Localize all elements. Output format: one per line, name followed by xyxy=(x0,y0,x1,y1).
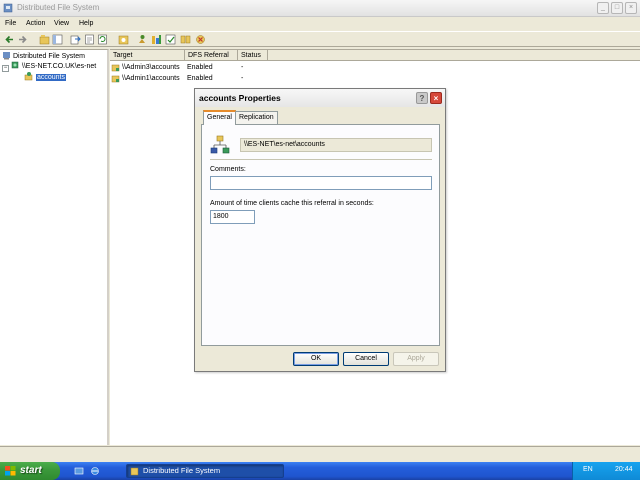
column-target[interactable]: Target xyxy=(110,50,185,61)
forward-arrow-icon[interactable] xyxy=(17,34,28,45)
new-link-icon[interactable] xyxy=(151,34,162,45)
status-cell: - xyxy=(241,64,244,71)
start-label: start xyxy=(20,465,42,476)
target-cell: \\Admin1\accounts xyxy=(122,75,180,82)
maximize-button[interactable]: □ xyxy=(611,2,623,14)
dfs-app-icon xyxy=(130,467,139,476)
list-header: Target DFS Referral Status xyxy=(110,50,640,61)
dialog-title: accounts Properties xyxy=(199,93,281,103)
cache-time-field[interactable]: 1800 xyxy=(210,210,255,224)
target-cell: \\Admin3\accounts xyxy=(122,64,180,71)
windows-logo-icon xyxy=(5,466,16,476)
table-row[interactable]: \\Admin1\accounts Enabled - xyxy=(110,73,640,84)
refresh-icon[interactable] xyxy=(97,34,108,45)
clock[interactable]: 20:44 xyxy=(615,466,633,473)
properties-icon[interactable] xyxy=(84,34,95,45)
system-tray: EN 20:44 xyxy=(572,462,640,480)
apply-button[interactable]: Apply xyxy=(393,352,439,366)
dialog-close-button[interactable]: × xyxy=(430,92,442,104)
general-tab-panel: \\ES-NET\es-net\accounts Comments: Amoun… xyxy=(201,124,440,346)
taskbar: start Distributed File System EN 20:44 xyxy=(0,462,640,480)
minimize-button[interactable]: _ xyxy=(597,2,609,14)
comments-field[interactable] xyxy=(210,176,432,190)
close-button[interactable]: × xyxy=(625,2,637,14)
ok-button[interactable]: OK xyxy=(293,352,339,366)
replication-icon[interactable] xyxy=(180,34,191,45)
task-button-label: Distributed File System xyxy=(143,466,221,475)
menu-bar: File Action View Help xyxy=(0,18,640,31)
cache-time-label: Amount of time clients cache this referr… xyxy=(210,200,374,207)
cancel-button[interactable]: Cancel xyxy=(343,352,389,366)
internet-explorer-icon[interactable] xyxy=(90,466,100,476)
menu-help[interactable]: Help xyxy=(79,20,93,27)
show-tree-icon[interactable] xyxy=(52,34,63,45)
dfs-app-icon xyxy=(3,3,13,13)
referral-cell: Enabled xyxy=(187,75,213,82)
new-root-icon[interactable] xyxy=(137,34,148,45)
toolbar xyxy=(0,31,640,47)
title-bar: Distributed File System _ □ × xyxy=(0,0,640,17)
tab-replication[interactable]: Replication xyxy=(235,111,278,124)
show-desktop-icon[interactable] xyxy=(74,466,84,476)
help-icon[interactable] xyxy=(118,34,129,45)
referral-cell: Enabled xyxy=(187,64,213,71)
column-dfs-referral[interactable]: DFS Referral xyxy=(185,50,238,61)
tree-server-label: \\ES-NET.CO.UK\es-net xyxy=(21,63,97,70)
properties-dialog: accounts Properties ? × General Replicat… xyxy=(194,88,446,372)
start-button[interactable]: start xyxy=(0,462,60,480)
menu-file[interactable]: File xyxy=(5,20,16,27)
dfs-root-icon xyxy=(3,52,10,60)
status-icon[interactable] xyxy=(165,34,176,45)
export-icon[interactable] xyxy=(70,34,81,45)
up-folder-icon[interactable] xyxy=(39,34,50,45)
dfs-server-icon xyxy=(11,61,19,69)
dialog-title-bar[interactable]: accounts Properties ? × xyxy=(195,89,445,107)
language-indicator[interactable]: EN xyxy=(583,466,593,473)
tab-general[interactable]: General xyxy=(203,110,236,125)
task-button-dfs[interactable]: Distributed File System xyxy=(126,464,284,478)
dfs-link-icon xyxy=(24,72,33,81)
table-row[interactable]: \\Admin3\accounts Enabled - xyxy=(110,62,640,73)
tree-accounts-label: accounts xyxy=(35,74,66,81)
menu-view[interactable]: View xyxy=(54,20,69,27)
dfs-share-icon xyxy=(210,135,230,154)
column-status[interactable]: Status xyxy=(238,50,268,61)
status-cell: - xyxy=(241,75,244,82)
collapse-toggle-icon[interactable]: − xyxy=(2,65,9,72)
dialog-help-button[interactable]: ? xyxy=(416,92,428,104)
target-folder-icon xyxy=(111,75,120,83)
back-arrow-icon[interactable] xyxy=(4,34,15,45)
comments-label: Comments: xyxy=(210,166,246,173)
tree-pane[interactable]: Distributed File System − \\ES-NET.CO.UK… xyxy=(0,49,109,445)
tree-node-root[interactable]: Distributed File System xyxy=(2,51,85,60)
tree-root-label: Distributed File System xyxy=(12,53,85,60)
window-title: Distributed File System xyxy=(17,3,100,12)
delete-icon[interactable] xyxy=(195,34,206,45)
dfs-path-field: \\ES-NET\es-net\accounts xyxy=(240,138,432,152)
divider xyxy=(210,159,432,160)
status-bar xyxy=(0,446,640,462)
menu-action[interactable]: Action xyxy=(26,20,45,27)
tab-strip: General Replication xyxy=(201,110,439,125)
target-folder-icon xyxy=(111,64,120,72)
tree-node-accounts[interactable]: accounts xyxy=(24,71,66,81)
